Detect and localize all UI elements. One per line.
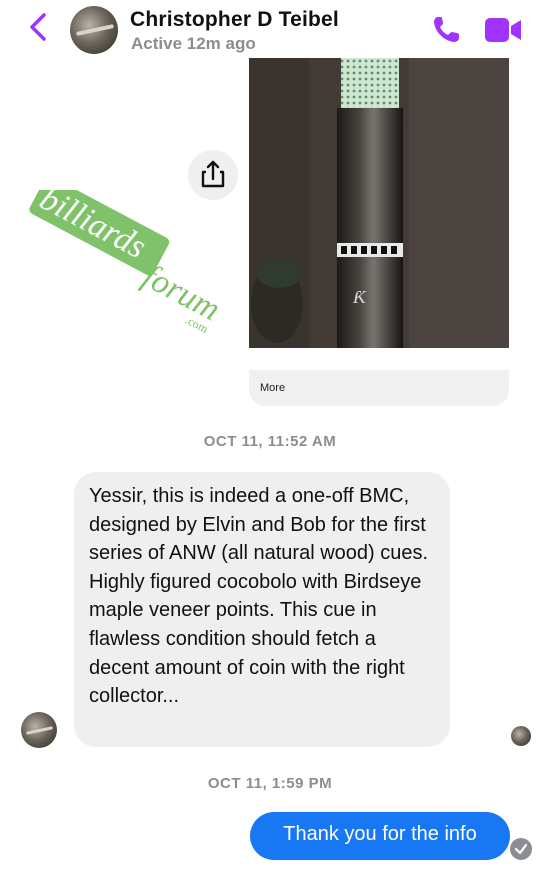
contact-avatar[interactable] [70,6,118,54]
shared-cue-photo[interactable]: Ƙ [249,58,509,348]
back-chevron-icon[interactable] [24,10,54,44]
contact-name[interactable]: Christopher D Teibel [130,8,339,32]
seen-by-avatar [511,726,531,746]
incoming-message-bubble[interactable]: Yessir, this is indeed a one-off BMC, de… [74,472,450,747]
active-status: Active 12m ago [131,34,256,53]
billiardsforum-watermark: billiards forum .com [18,176,238,340]
outgoing-message-text: Thank you for the info [283,823,477,845]
video-camera-icon[interactable] [484,16,522,44]
outgoing-message-bubble[interactable]: Thank you for the info [250,812,510,860]
svg-text:Ƙ: Ƙ [352,287,367,307]
incoming-message-text: Yessir, this is indeed a one-off BMC, de… [89,485,429,708]
message-timestamp: OCT 11, 11:52 AM [203,433,337,450]
shared-post-footer[interactable]: More [249,370,509,406]
delivered-check-icon [510,838,532,860]
watermark-word-1: billiards [34,190,152,266]
conversation-header: Christopher D Teibel Active 12m ago [0,0,540,58]
watermark-word-2: forum [137,258,226,329]
phone-icon[interactable] [430,14,462,46]
more-link[interactable]: More [260,382,285,394]
sender-avatar[interactable] [21,712,57,748]
message-timestamp: OCT 11, 1:59 PM [207,775,333,792]
